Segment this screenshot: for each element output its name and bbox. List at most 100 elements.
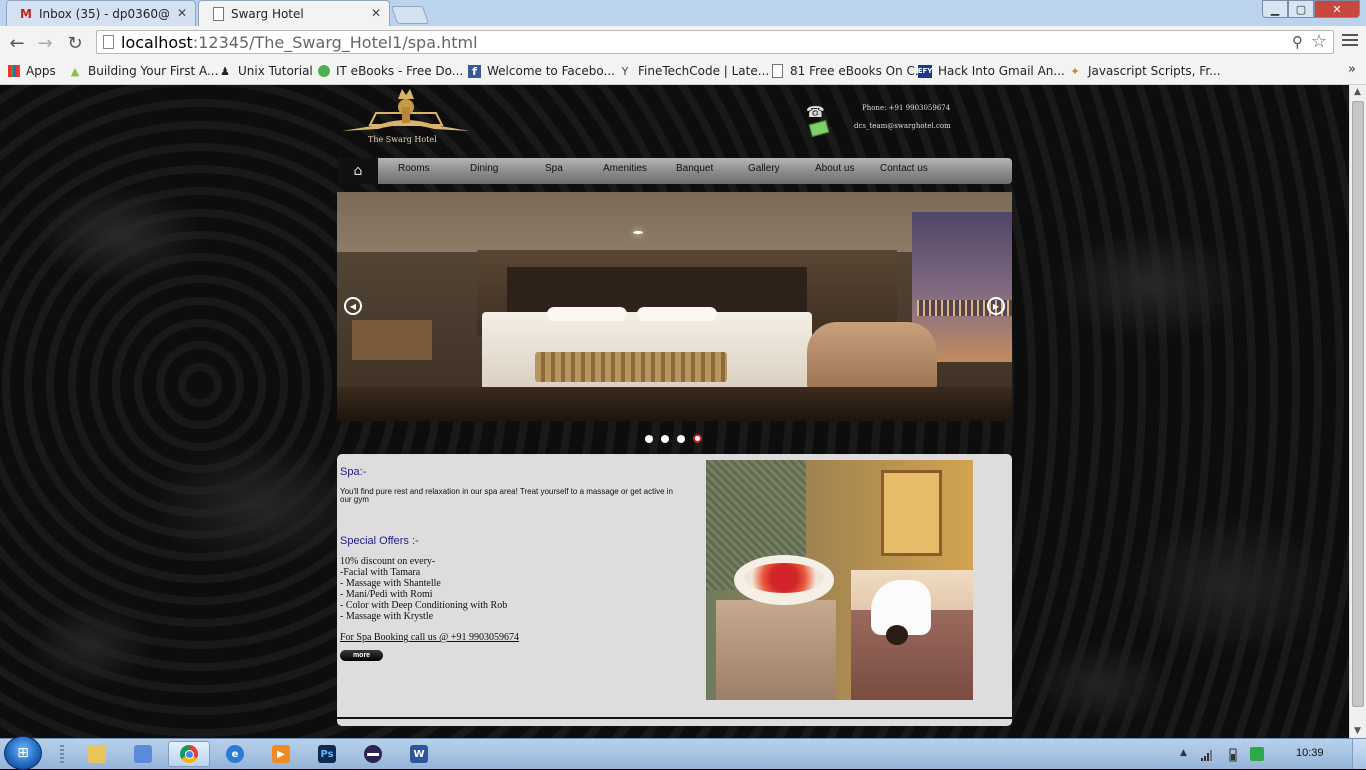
- spa-photo: [706, 460, 973, 700]
- bookmark-apps[interactable]: Apps: [8, 62, 56, 80]
- tab-swarg-hotel[interactable]: Swarg Hotel ✕: [198, 0, 390, 26]
- taskbar-word[interactable]: W: [398, 741, 440, 767]
- bookmark-finetechcode[interactable]: Y FineTechCode | Late...: [618, 62, 770, 80]
- green-app-tray-icon[interactable]: [1250, 747, 1264, 761]
- back-arrow-icon[interactable]: ←: [6, 32, 28, 54]
- slider-dot[interactable]: [645, 435, 653, 443]
- taskbar-network[interactable]: [122, 741, 164, 767]
- scroll-up-icon[interactable]: ▲: [1354, 87, 1361, 97]
- page-icon: [103, 35, 114, 49]
- spa-heading: Spa:-: [340, 466, 367, 478]
- page-icon: [770, 64, 784, 78]
- bookmark-hack-gmail[interactable]: EFY Hack Into Gmail An...: [918, 62, 1065, 80]
- zoom-icon[interactable]: ⚲: [1292, 33, 1303, 51]
- slide-image-lamp: [633, 231, 643, 234]
- nav-about-us[interactable]: About us: [815, 163, 854, 174]
- url-text[interactable]: localhost:12345/The_Swarg_Hotel1/spa.htm…: [121, 33, 478, 52]
- chrome-menu-icon[interactable]: [1342, 34, 1358, 49]
- bookmark-facebook[interactable]: f Welcome to Facebo...: [468, 62, 615, 80]
- bookmark-label: Javascript Scripts, Fr...: [1088, 64, 1221, 78]
- bookmark-label: 81 Free eBooks On C...: [790, 64, 927, 78]
- spa-description: You'll find pure rest and relaxation in …: [340, 487, 673, 504]
- more-button[interactable]: more: [340, 650, 383, 661]
- media-player-icon: ▶: [272, 745, 290, 763]
- nav-spa[interactable]: Spa: [545, 163, 563, 174]
- page-scrollbar[interactable]: ▲ ▼: [1349, 85, 1366, 738]
- signal-strength-icon[interactable]: [1200, 747, 1214, 761]
- spa-booking-link[interactable]: For Spa Booking call us @ +91 9903059674: [340, 632, 519, 643]
- browser-toolbar: ← → ↻ localhost:12345/The_Swarg_Hotel1/s…: [0, 26, 1366, 59]
- logo-text: The Swarg Hotel: [368, 135, 437, 144]
- nav-banquet[interactable]: Banquet: [676, 163, 713, 174]
- forward-arrow-icon[interactable]: →: [34, 32, 56, 54]
- browser-title-bar: M Inbox (35) - dp0360@gma ✕ Swarg Hotel …: [0, 0, 1366, 26]
- tab-close-icon[interactable]: ✕: [371, 6, 381, 20]
- url-path: :12345/The_Swarg_Hotel1/spa.html: [192, 33, 478, 52]
- bookmark-star-icon[interactable]: ☆: [1311, 31, 1327, 52]
- taskbar-grip: [60, 745, 64, 763]
- home-icon[interactable]: ⌂: [338, 158, 378, 184]
- spa-photo-head: [886, 625, 908, 645]
- nav-rooms[interactable]: Rooms: [398, 163, 430, 174]
- offer-item: - Massage with Shantelle: [340, 578, 441, 589]
- close-window-button[interactable]: ✕: [1314, 0, 1360, 18]
- network-icon: [134, 745, 152, 763]
- nav-dining[interactable]: Dining: [470, 163, 498, 174]
- taskbar-chrome[interactable]: [168, 741, 210, 767]
- word-icon: W: [410, 745, 428, 763]
- bookmark-label: Welcome to Facebo...: [487, 64, 615, 78]
- bookmark-label: Hack Into Gmail An...: [938, 64, 1065, 78]
- slide-image-floor: [337, 387, 1012, 421]
- slider-prev-icon[interactable]: ◀: [344, 297, 362, 315]
- bookmark-javascript-scripts[interactable]: ✦ Javascript Scripts, Fr...: [1068, 62, 1221, 80]
- finetechcode-icon: Y: [621, 64, 629, 78]
- bookmark-building-first-app[interactable]: ▲ Building Your First A...: [68, 62, 219, 80]
- content-divider: [337, 717, 1012, 719]
- bookmark-unix-tutorial[interactable]: ♟ Unix Tutorial: [218, 62, 313, 80]
- new-tab-button[interactable]: [390, 6, 430, 24]
- unix-icon: ♟: [220, 64, 230, 78]
- show-desktop-button[interactable]: [1352, 739, 1366, 769]
- bookmark-label: Apps: [26, 64, 56, 78]
- taskbar-clock[interactable]: 10:39: [1296, 747, 1324, 759]
- minimize-button[interactable]: ▁: [1262, 0, 1288, 18]
- bookmark-label: Unix Tutorial: [238, 64, 313, 78]
- more-bookmarks-chevron-icon[interactable]: »: [1348, 62, 1356, 77]
- header-email[interactable]: dcs_team@swarghotel.com: [854, 122, 951, 130]
- bookmark-free-ebooks[interactable]: 81 Free eBooks On C...: [770, 62, 926, 80]
- nav-amenities[interactable]: Amenities: [603, 163, 647, 174]
- green-ball-icon: [318, 65, 330, 77]
- offer-item: -Facial with Tamara: [340, 567, 421, 578]
- special-offers-heading: Special Offers :-: [340, 535, 419, 547]
- slider-dot[interactable]: [677, 435, 685, 443]
- scroll-down-icon[interactable]: ▼: [1354, 726, 1361, 736]
- bookmark-it-ebooks[interactable]: IT eBooks - Free Do...: [318, 62, 463, 80]
- address-bar[interactable]: localhost:12345/The_Swarg_Hotel1/spa.htm…: [96, 30, 1334, 54]
- taskbar-windows-explorer[interactable]: [76, 741, 118, 767]
- slider-dot[interactable]: [661, 435, 669, 443]
- maximize-button[interactable]: ▢: [1288, 0, 1314, 18]
- slide-image-desk: [352, 320, 432, 360]
- ie-icon: e: [226, 745, 244, 763]
- show-hidden-icons-icon[interactable]: ▲: [1180, 748, 1187, 758]
- spa-photo-tub-base: [716, 600, 836, 700]
- reload-icon[interactable]: ↻: [64, 32, 86, 54]
- nav-contact-us[interactable]: Contact us: [880, 163, 928, 174]
- nav-gallery[interactable]: Gallery: [748, 163, 780, 174]
- url-host: localhost: [121, 33, 193, 52]
- tab-gmail-inbox[interactable]: M Inbox (35) - dp0360@gma ✕: [6, 0, 196, 26]
- offer-item: - Color with Deep Conditioning with Rob: [340, 600, 508, 611]
- bookmarks-bar: Apps ▲ Building Your First A... ♟ Unix T…: [0, 59, 1366, 85]
- tab-close-icon[interactable]: ✕: [177, 6, 187, 20]
- taskbar-photoshop[interactable]: Ps: [306, 741, 348, 767]
- slider-dot-active[interactable]: [693, 434, 702, 443]
- scrollbar-thumb[interactable]: [1352, 101, 1364, 707]
- taskbar-media-player[interactable]: ▶: [260, 741, 302, 767]
- taskbar-eclipse[interactable]: [352, 741, 394, 767]
- taskbar-internet-explorer[interactable]: e: [214, 741, 256, 767]
- start-button[interactable]: ⊞: [4, 736, 42, 770]
- tab-title: Inbox (35) - dp0360@gma: [39, 6, 169, 21]
- slider-next-icon[interactable]: ▶: [987, 297, 1005, 315]
- battery-icon[interactable]: [1226, 747, 1240, 762]
- spa-content-panel: Spa:- You'll find pure rest and relaxati…: [337, 454, 1012, 726]
